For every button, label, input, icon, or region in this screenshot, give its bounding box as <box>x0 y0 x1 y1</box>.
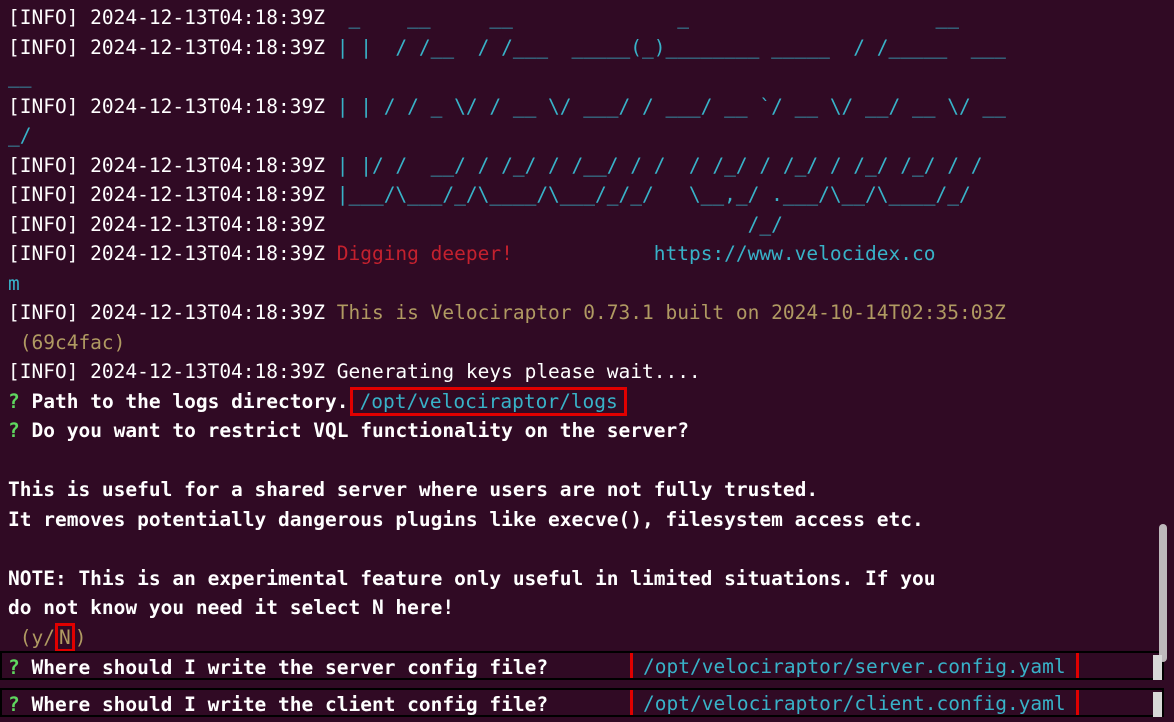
client-config-prompt: ? Where should I write the client config… <box>0 688 1164 717</box>
log-line-wrap: _/ <box>8 121 1158 151</box>
logs-question: Path to the logs directory. <box>31 389 349 413</box>
log-prefix: [INFO] 2024-12-13T04:18:39Z <box>8 35 325 59</box>
ascii-banner: | | / / _ \/ / __ \/ ___/ / ___/ __ `/ _… <box>336 94 1006 118</box>
log-line: [INFO] 2024-12-13T04:18:39Z _ __ __ _ __ <box>8 3 1158 33</box>
log-line-wrap: m <box>8 269 1158 299</box>
velocidex-link[interactable]: https://www.velocidex.co <box>654 242 936 265</box>
terminal-cursor <box>1153 692 1162 717</box>
terminal-cursor <box>1153 655 1162 680</box>
logs-path-answer[interactable]: /opt/velociraptor/logs <box>350 386 627 416</box>
log-line: [INFO] 2024-12-13T04:18:39Z |___/\___/_/… <box>8 180 1158 210</box>
log-line-digging: [INFO] 2024-12-13T04:18:39Z Digging deep… <box>8 239 1158 269</box>
log-line: [INFO] 2024-12-13T04:18:39Z /_/ <box>8 210 1158 240</box>
log-line-build: [INFO] 2024-12-13T04:18:39Z This is Velo… <box>8 298 1158 328</box>
log-line-keys: [INFO] 2024-12-13T04:18:39Z Generating k… <box>8 357 1158 387</box>
log-line: [INFO] 2024-12-13T04:18:39Z | |/ / __/ /… <box>8 151 1158 181</box>
terminal-window[interactable]: [INFO] 2024-12-13T04:18:39Z _ __ __ _ __… <box>0 0 1174 722</box>
vql-prompt: ? Do you want to restrict VQL functional… <box>8 416 1158 446</box>
vql-question: Do you want to restrict VQL functionalit… <box>31 419 689 442</box>
log-line-wrap: (69c4fac) <box>8 328 1158 358</box>
ascii-banner: | | / /__ / /___ _____(_)________ _____ … <box>336 35 1006 59</box>
build-info: This is Velociraptor 0.73.1 built on 202… <box>336 301 1006 324</box>
log-prefix: [INFO] 2024-12-13T04:18:39Z <box>8 212 325 236</box>
log-line: [INFO] 2024-12-13T04:18:39Z | | / /__ / … <box>8 33 1158 63</box>
vql-note-line: do not know you need it select N here! <box>8 596 455 619</box>
yn-suffix: ) <box>74 625 87 649</box>
client-config-question: Where should I write the client config f… <box>31 693 549 716</box>
log-prefix: [INFO] 2024-12-13T04:18:39Z <box>8 301 325 324</box>
yn-choice: (y/N) <box>8 622 1158 653</box>
log-prefix: [INFO] 2024-12-13T04:18:39Z <box>8 6 325 29</box>
build-hash: (69c4fac) <box>8 330 126 354</box>
log-prefix: [INFO] 2024-12-13T04:18:39Z <box>8 360 325 383</box>
log-line: [INFO] 2024-12-13T04:18:39Z | | / / _ \/… <box>8 92 1158 122</box>
yn-prefix: (y/ <box>8 625 55 649</box>
vql-help-line: It removes potentially dangerous plugins… <box>8 507 924 531</box>
ascii-banner: | |/ / __/ / /_/ / /__/ / / / /_/ / /_/ … <box>336 153 983 177</box>
velocidex-link-wrap[interactable]: m <box>8 272 20 295</box>
question-mark-icon: ? <box>8 693 20 716</box>
log-prefix: [INFO] 2024-12-13T04:18:39Z <box>8 153 325 177</box>
server-config-question: Where should I write the server config f… <box>31 656 549 679</box>
server-config-prompt: ? Where should I write the server config… <box>0 651 1164 680</box>
server-config-path-answer[interactable]: /opt/velociraptor/server.config.yaml <box>630 653 1079 678</box>
ascii-banner: _ __ __ _ __ <box>336 6 959 29</box>
ascii-banner: _/ <box>8 124 32 147</box>
ascii-banner: |___/\___/_/\____/\___/_/_/ \__,_/ .___/… <box>336 183 971 206</box>
vql-note-line: NOTE: This is an experimental feature on… <box>8 566 936 590</box>
keys-status: Generating keys please wait.... <box>336 360 701 383</box>
digging-text: Digging deeper! <box>336 242 513 265</box>
question-mark-icon: ? <box>8 656 20 679</box>
question-mark-icon: ? <box>8 389 20 413</box>
question-mark-icon: ? <box>8 419 20 442</box>
ascii-banner: /_/ <box>336 212 783 236</box>
terminal-output: [INFO] 2024-12-13T04:18:39Z _ __ __ _ __… <box>8 3 1158 652</box>
log-prefix: [INFO] 2024-12-13T04:18:39Z <box>8 183 325 206</box>
scrollbar-thumb[interactable] <box>1159 524 1167 662</box>
log-line-wrap: __ <box>8 62 1158 92</box>
client-config-path-answer[interactable]: /opt/velociraptor/client.config.yaml <box>630 690 1079 715</box>
yn-selected-answer[interactable]: N <box>54 622 75 652</box>
logs-prompt: ? Path to the logs directory./opt/veloci… <box>8 386 1158 417</box>
log-prefix: [INFO] 2024-12-13T04:18:39Z <box>8 94 325 118</box>
log-prefix: [INFO] 2024-12-13T04:18:39Z <box>8 242 325 265</box>
vql-help-line: This is useful for a shared server where… <box>8 478 819 501</box>
ascii-banner: __ <box>8 65 32 88</box>
